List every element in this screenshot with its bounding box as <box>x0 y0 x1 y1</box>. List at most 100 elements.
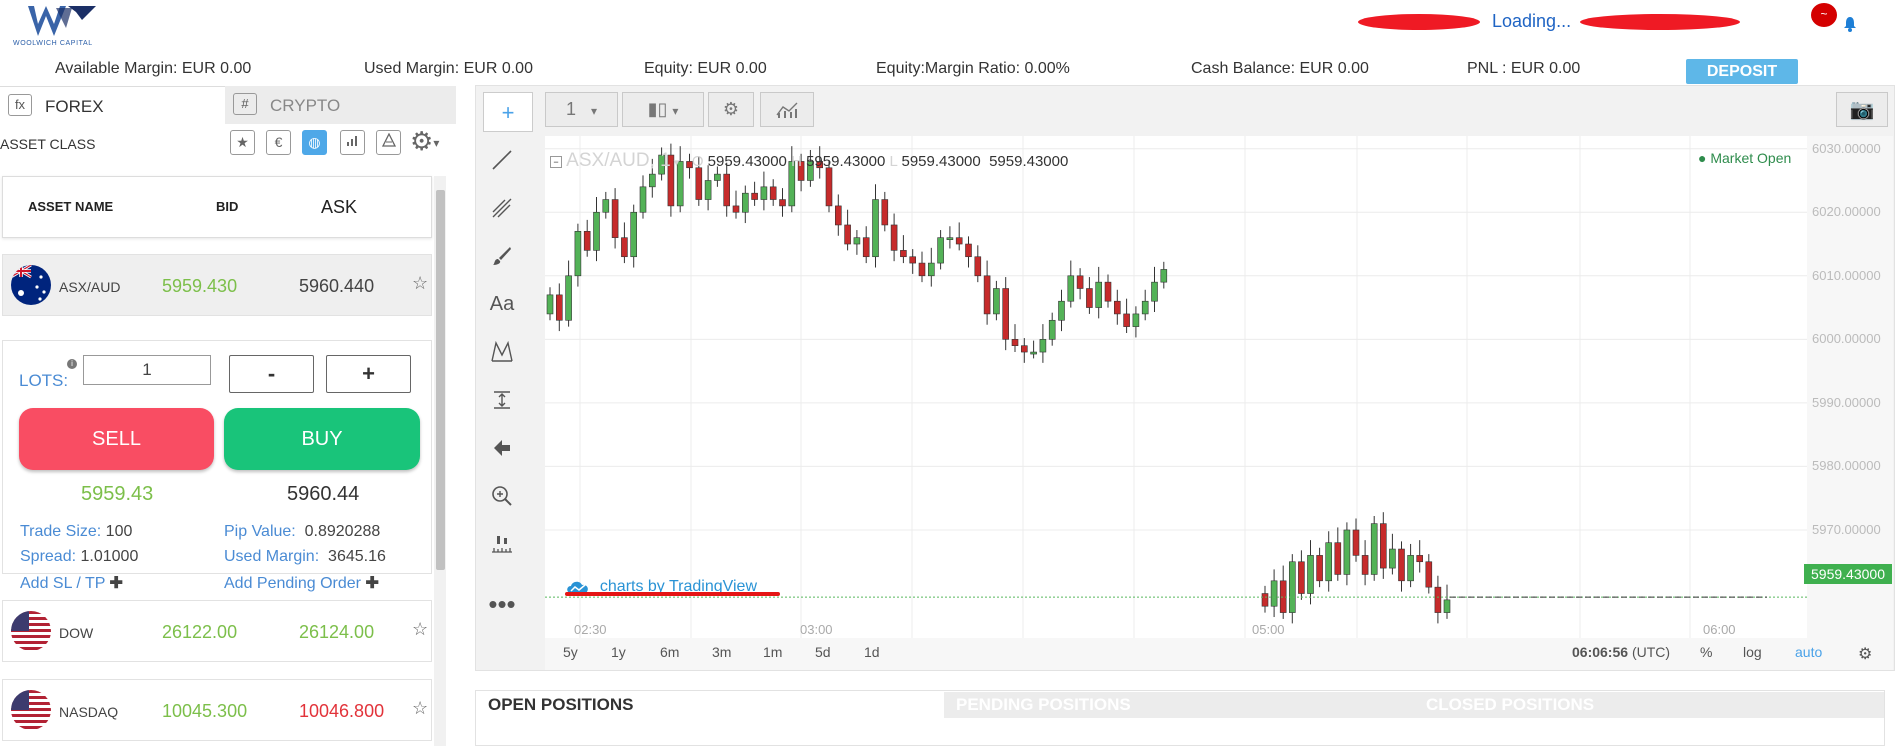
x-tick-label: 06:00 <box>1703 622 1736 637</box>
deposit-button[interactable]: DEPOSIT <box>1686 59 1798 84</box>
euro-icon[interactable]: € <box>266 130 291 155</box>
range-button-3m[interactable]: 3m <box>712 644 731 660</box>
candle-body <box>853 237 861 245</box>
info-icon[interactable]: i <box>67 359 77 369</box>
chart-type-select[interactable]: ▮▯ ▾ <box>622 92 704 127</box>
candle-body <box>993 288 1000 315</box>
pip-value-value: 0.8920288 <box>304 523 381 540</box>
lots-label: LOTS: <box>19 371 69 390</box>
sell-price: 5959.43 <box>81 483 154 505</box>
bar-chart-icon[interactable] <box>340 130 365 155</box>
pyramid-icon[interactable] <box>376 130 401 155</box>
favorite-star-icon[interactable]: ☆ <box>412 273 428 294</box>
add-sl-tp-link[interactable]: Add SL / TP ✚ <box>20 573 123 593</box>
chart-plot-area[interactable] <box>545 136 1807 638</box>
used-margin: Used Margin: EUR 0.00 <box>364 60 533 77</box>
candle-body <box>1288 561 1296 613</box>
used-margin-value: 3645.16 <box>328 548 386 565</box>
redacted-mark <box>1580 14 1740 30</box>
interval-select[interactable]: 1 ▾ <box>545 92 618 127</box>
collapse-icon[interactable]: − <box>550 156 562 169</box>
candle-body <box>1160 269 1168 283</box>
col-bid: BID <box>216 199 239 214</box>
price-chart <box>545 136 1807 638</box>
used-margin-label: Used Margin: <box>224 548 320 565</box>
bell-icon[interactable] <box>1843 16 1857 32</box>
ruler-chart-icon[interactable] <box>480 524 524 564</box>
asset-row-dow[interactable]: DOW 26122.00 26124.00 ☆ <box>2 600 432 662</box>
text-tool-icon[interactable]: Aa <box>480 284 524 324</box>
asset-row-asx-aud[interactable]: ASX/AUD 5959.430 5960.440 ☆ <box>2 254 432 316</box>
candle-body <box>751 192 758 200</box>
indicators-icon[interactable] <box>760 92 814 127</box>
candle-body <box>769 186 777 200</box>
candle-body <box>1048 319 1056 340</box>
range-button-1m[interactable]: 1m <box>763 644 782 660</box>
arrow-left-icon[interactable] <box>480 428 524 468</box>
percent-toggle[interactable]: % <box>1700 644 1712 660</box>
favorite-star-icon[interactable]: ☆ <box>412 619 428 640</box>
candle-body <box>611 199 619 238</box>
decrease-lots-button[interactable]: - <box>229 355 314 393</box>
chevron-down-icon: ▾ <box>672 104 679 118</box>
crosshair-icon[interactable]: + <box>483 92 533 132</box>
trend-line-icon[interactable] <box>480 140 524 180</box>
high-value: 5959.43000 <box>806 153 886 170</box>
pattern-icon[interactable] <box>480 332 524 372</box>
sell-button[interactable]: SELL <box>19 408 214 470</box>
brush-icon[interactable] <box>480 236 524 276</box>
favorite-star-icon[interactable]: ☆ <box>412 698 428 719</box>
y-tick-label: 5980.00000 <box>1812 458 1881 474</box>
tab-crypto[interactable]: # CRYPTO <box>225 86 456 124</box>
candle-body <box>983 275 991 315</box>
chart-settings-gear-icon[interactable]: ⚙ <box>708 92 754 127</box>
zoom-in-icon[interactable] <box>480 476 524 516</box>
buy-button[interactable]: BUY <box>224 408 420 470</box>
auto-toggle[interactable]: auto <box>1795 644 1822 660</box>
tab-forex[interactable]: fx FOREX <box>0 86 225 124</box>
increase-lots-button[interactable]: + <box>326 355 411 393</box>
add-sl-tp-label: Add SL / TP <box>20 575 106 592</box>
more-tools-icon[interactable]: ••• <box>480 584 524 624</box>
candle-body <box>779 199 786 207</box>
add-pending-order-link[interactable]: Add Pending Order ✚ <box>224 573 379 593</box>
open-prefix: O <box>691 153 704 170</box>
tab-pending-positions[interactable]: PENDING POSITIONS <box>944 692 1414 718</box>
fork-icon[interactable] <box>480 188 524 228</box>
tab-open-positions[interactable]: OPEN POSITIONS <box>488 692 633 718</box>
scrollbar-thumb[interactable] <box>436 190 445 570</box>
range-button-1d[interactable]: 1d <box>864 644 880 660</box>
notification-badge[interactable]: ~ <box>1811 3 1837 27</box>
candle-body <box>1389 548 1396 569</box>
symbol-label[interactable]: ASX/AUD, 1 <box>566 150 671 171</box>
asset-bid: 26122.00 <box>162 622 238 642</box>
globe-icon[interactable]: ◍ <box>302 130 327 155</box>
asset-row-nasdaq[interactable]: NASDAQ 10045.300 10046.800 ☆ <box>2 679 432 741</box>
candle-body <box>621 237 628 258</box>
settings-gear-icon[interactable]: ⚙▾ <box>410 126 439 157</box>
candle-body <box>630 211 637 258</box>
low-prefix: L <box>889 153 898 170</box>
candle-body <box>1316 555 1323 582</box>
range-button-6m[interactable]: 6m <box>660 644 679 660</box>
trade-size-label: Trade Size: <box>20 523 102 540</box>
asset-class-label: ASSET CLASS <box>0 136 96 152</box>
lots-input[interactable] <box>83 355 211 385</box>
asset-ask: 26124.00 <box>299 622 375 642</box>
candle-body <box>1030 351 1037 355</box>
log-toggle[interactable]: log <box>1743 644 1762 660</box>
range-button-5y[interactable]: 5y <box>563 644 578 660</box>
range-button-5d[interactable]: 5d <box>815 644 831 660</box>
tab-closed-positions[interactable]: CLOSED POSITIONS <box>1414 692 1884 718</box>
spread: Spread: 1.01000 <box>20 548 138 566</box>
chart-footer-gear-icon[interactable]: ⚙ <box>1858 644 1872 664</box>
candle-body <box>890 224 898 251</box>
star-icon[interactable]: ★ <box>230 130 255 155</box>
measure-icon[interactable] <box>480 380 524 420</box>
screenshot-camera-icon[interactable]: 📷 <box>1836 92 1888 127</box>
candle-body <box>556 294 563 321</box>
tab-forex-label: FOREX <box>45 97 104 116</box>
chart-bottom-bar <box>545 638 1893 670</box>
candle-body <box>1343 529 1351 575</box>
range-button-1y[interactable]: 1y <box>611 644 626 660</box>
